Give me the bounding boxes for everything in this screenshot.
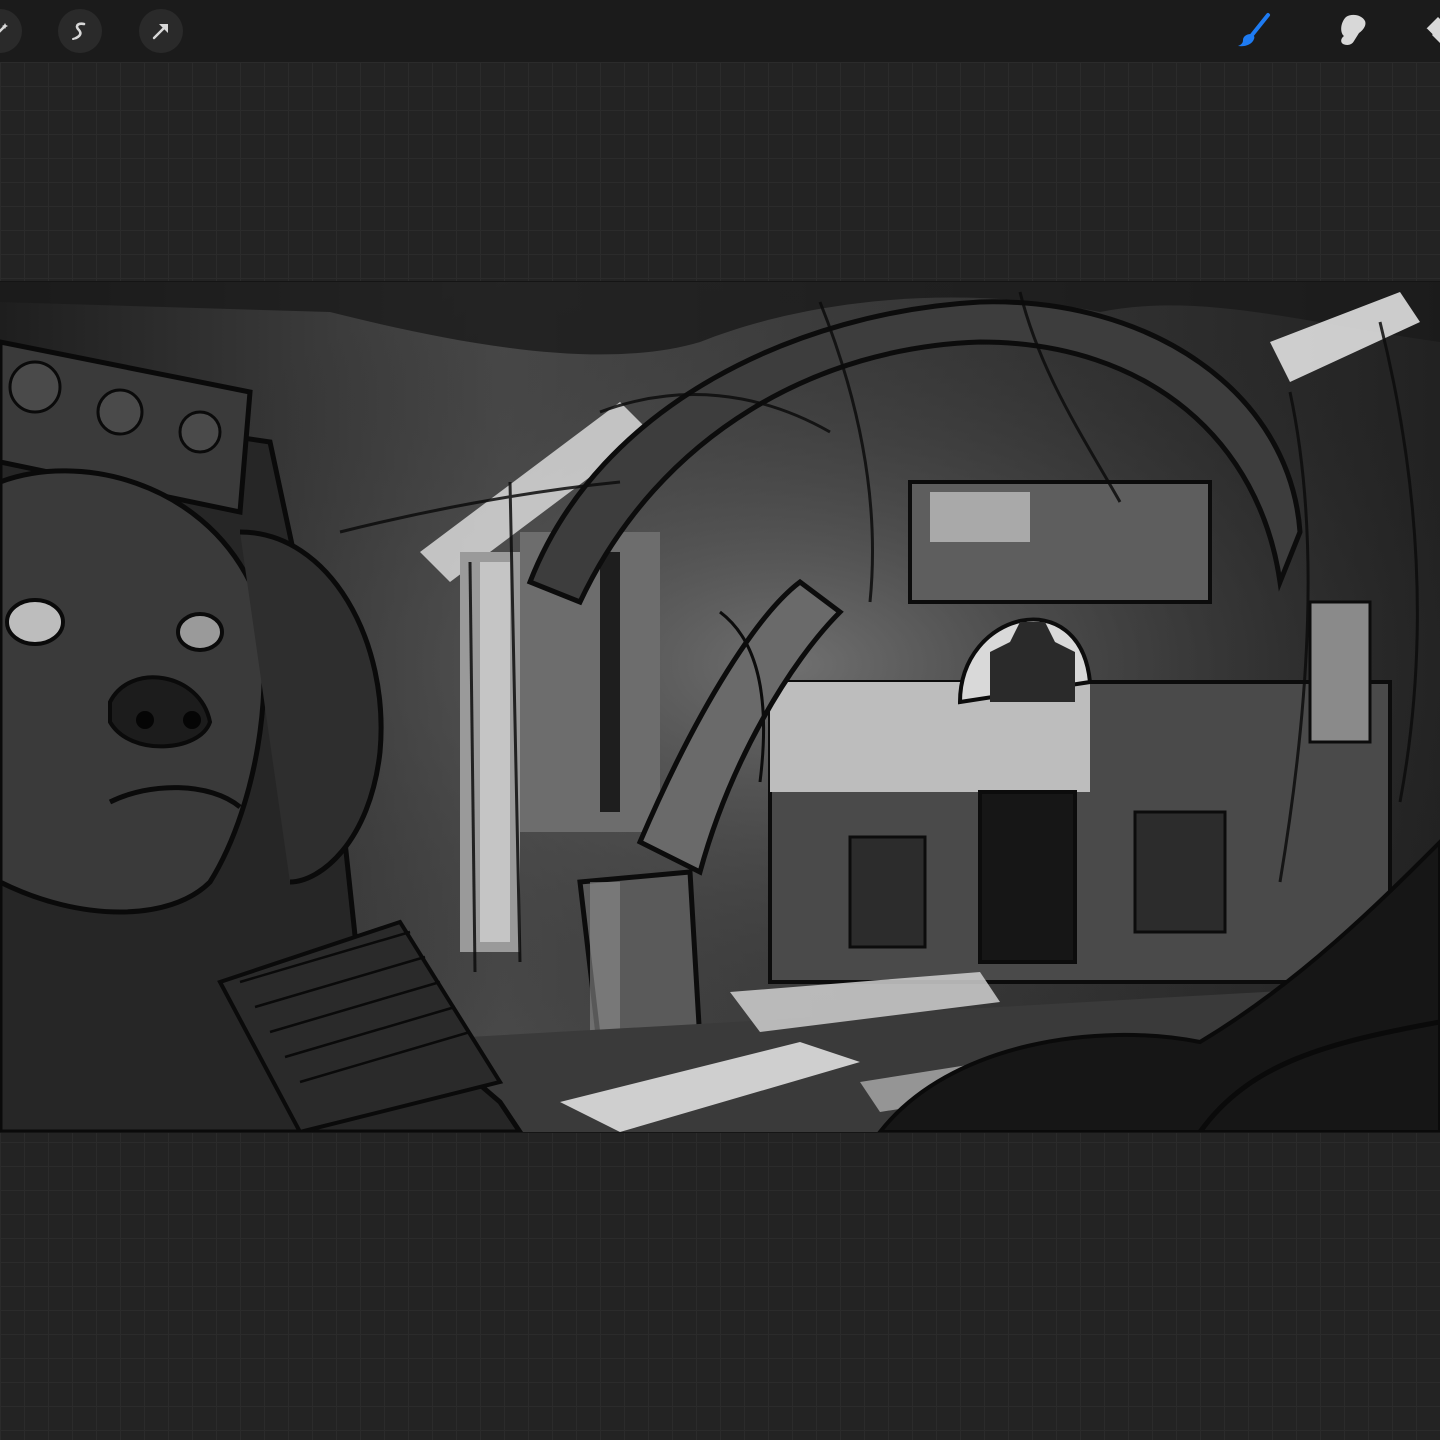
transform-tool-button[interactable] <box>139 9 183 53</box>
top-toolbar <box>0 0 1440 63</box>
smudge-icon <box>1332 11 1372 51</box>
smudge-tool-button[interactable] <box>1330 9 1374 53</box>
brush-tool-button[interactable] <box>1232 9 1276 53</box>
sketch-artwork <box>0 282 1440 1132</box>
adjustments-tool-button[interactable] <box>0 9 22 53</box>
artwork-canvas[interactable] <box>0 282 1440 1132</box>
adjustments-wand-icon <box>0 20 11 42</box>
eraser-tool-button[interactable] <box>1416 9 1440 53</box>
transform-arrow-icon <box>150 20 172 42</box>
eraser-icon <box>1418 11 1440 51</box>
selection-tool-button[interactable] <box>58 9 102 53</box>
selection-icon <box>69 20 91 42</box>
brush-icon <box>1234 11 1274 51</box>
